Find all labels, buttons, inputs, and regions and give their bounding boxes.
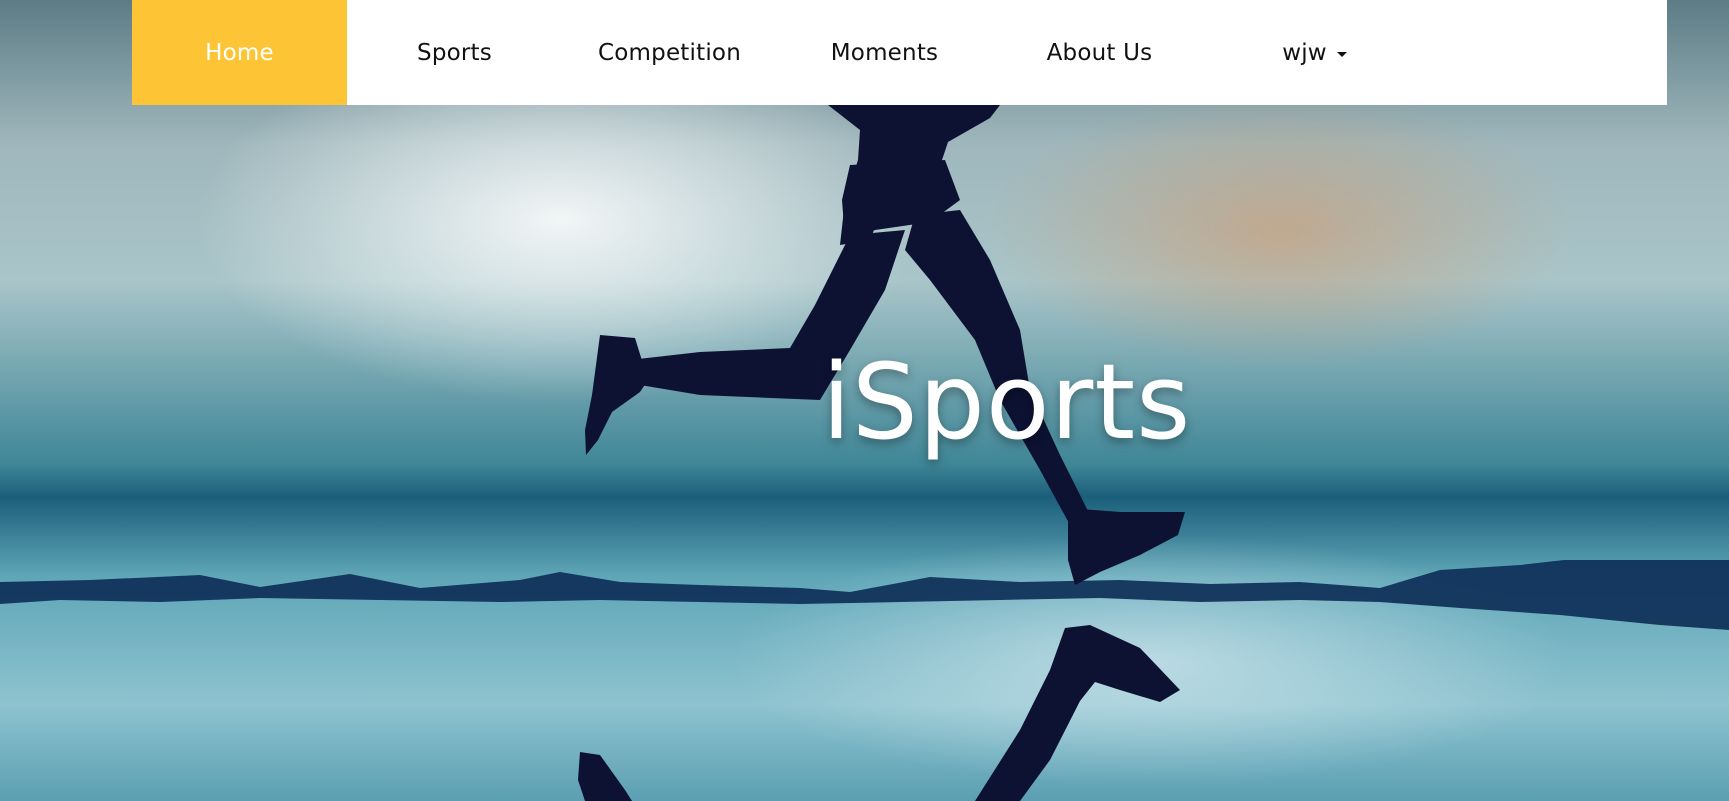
nav-about-us-label: About Us bbox=[1046, 39, 1153, 66]
nav-competition-label: Competition bbox=[598, 39, 741, 66]
nav-user-label: wjw bbox=[1282, 39, 1327, 66]
nav-moments[interactable]: Moments bbox=[777, 0, 992, 105]
nav-user-menu[interactable]: wjw bbox=[1207, 0, 1422, 105]
nav-moments-label: Moments bbox=[830, 39, 939, 66]
top-navbar: Home Sports Competition Moments About Us… bbox=[132, 0, 1667, 105]
hero-banner: iSports bbox=[0, 0, 1729, 801]
nav-home[interactable]: Home bbox=[132, 0, 347, 105]
nav-home-label: Home bbox=[205, 39, 274, 66]
caret-down-icon bbox=[1336, 52, 1347, 57]
nav-sports[interactable]: Sports bbox=[347, 0, 562, 105]
nav-about-us[interactable]: About Us bbox=[992, 0, 1207, 105]
hero-title: iSports bbox=[822, 341, 1192, 463]
nav-competition[interactable]: Competition bbox=[562, 0, 777, 105]
nav-sports-label: Sports bbox=[417, 39, 492, 66]
